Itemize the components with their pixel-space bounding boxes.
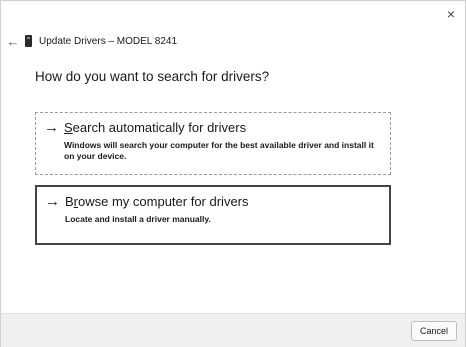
access-key: S [64,120,73,135]
cancel-button[interactable]: Cancel [411,321,457,341]
arrow-right-icon: → [44,119,59,136]
device-icon [25,35,32,47]
search-automatically-option[interactable]: → Search automatically for drivers Windo… [35,112,391,175]
dialog-title: Update Drivers – MODEL 8241 [39,35,178,47]
option-title-rest: owse my computer for drivers [78,194,249,209]
update-drivers-dialog: × ← Update Drivers – MODEL 8241 How do y… [0,0,466,347]
close-icon: × [446,6,456,22]
back-button[interactable]: ← [5,33,21,49]
back-arrow-icon: ← [6,33,20,49]
dialog-footer: Cancel [1,313,465,347]
option-title: Search automatically for drivers [64,119,384,137]
option-description: Locate and install a driver manually. [65,214,211,224]
page-heading: How do you want to search for drivers? [35,69,270,84]
dialog-title-row: Update Drivers – MODEL 8241 [25,35,177,47]
option-description: Windows will search your computer for th… [64,140,374,161]
arrow-right-icon: → [45,193,60,210]
option-title: Browse my computer for drivers [65,193,385,211]
close-button[interactable]: × [441,5,461,23]
option-body: Browse my computer for drivers Locate an… [65,193,385,237]
option-title-rest: earch automatically for drivers [72,120,247,135]
browse-computer-option[interactable]: → Browse my computer for drivers Locate … [35,185,391,245]
option-body: Search automatically for drivers Windows… [64,119,384,168]
option-title-start: B [65,194,74,209]
